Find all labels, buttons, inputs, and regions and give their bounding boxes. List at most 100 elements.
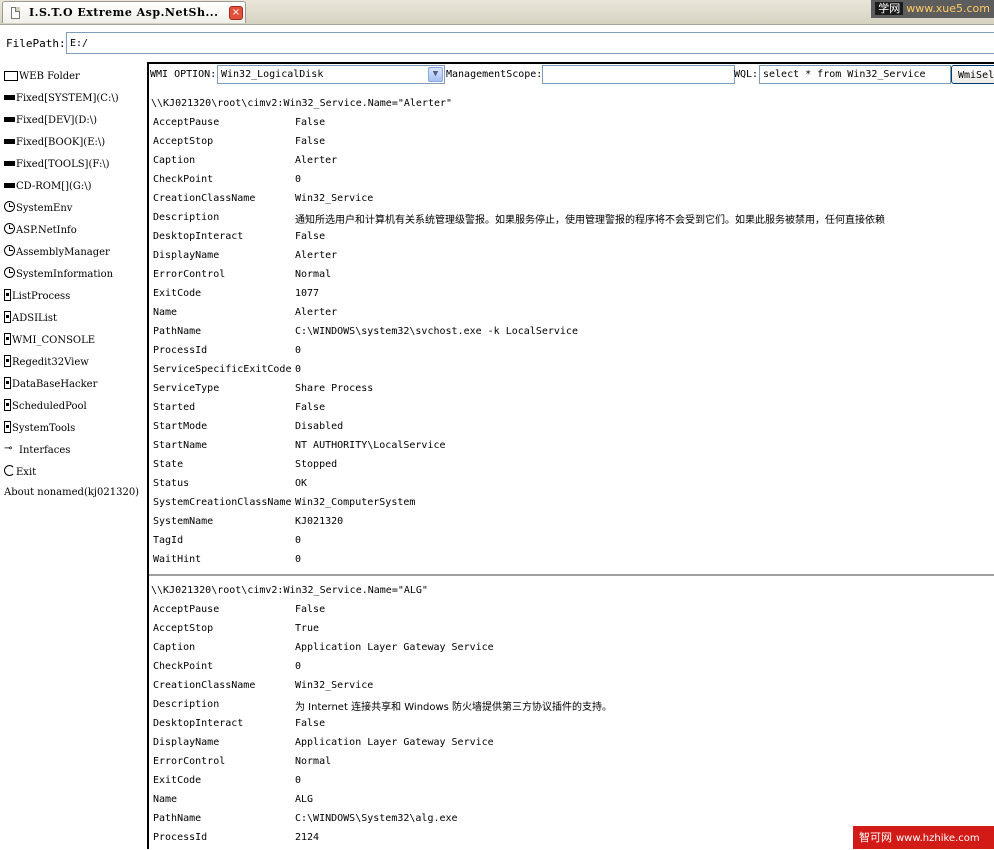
sidebar-item[interactable]: WMI_CONSOLE [4, 332, 95, 350]
close-tab-button[interactable]: × [229, 6, 243, 20]
property-name: DesktopInteract [153, 231, 244, 242]
property-name: CreationClassName [153, 193, 256, 204]
property-value: False [295, 231, 326, 242]
sidebar-item[interactable]: ScheduledPool [4, 398, 87, 416]
property-row: StartMode Disabled [149, 418, 994, 437]
property-name: Caption [153, 642, 196, 653]
property-row: DisplayName Application Layer Gateway Ser… [149, 734, 994, 753]
property-row: WaitHint 0 [149, 551, 994, 570]
tab-title: I.S.T.O Extreme Asp.NetSh... [29, 6, 219, 19]
property-value: Alerter [295, 307, 338, 318]
wmi-option-value: Win32_LogicalDisk [221, 69, 324, 80]
property-value: Application Layer Gateway Service [295, 737, 494, 748]
property-value: 0 [295, 661, 302, 672]
bottom-watermark-url: www.hzhike.com [896, 833, 980, 844]
property-value: False [295, 136, 326, 147]
page-icon [11, 7, 20, 19]
property-name: Status [153, 478, 190, 489]
tool-icon [4, 398, 11, 411]
property-row: AcceptStop False [149, 133, 994, 152]
property-row: Description 为 Internet 连接共享和 Windows 防火墙提… [149, 696, 994, 715]
drive-icon [4, 161, 15, 166]
exit-icon [4, 465, 15, 476]
wql-input[interactable] [759, 65, 951, 84]
sidebar-item[interactable]: ListProcess [4, 288, 70, 306]
filepath-label: FilePath: [6, 37, 66, 50]
drive-icon [4, 117, 15, 122]
browser-tab[interactable]: I.S.T.O Extreme Asp.NetSh... × [2, 1, 246, 23]
sidebar-item-label: AssemblyManager [16, 247, 110, 258]
property-row: SystemName KJ021320 [149, 513, 994, 532]
property-value: 0 [295, 174, 302, 185]
property-name: Name [153, 307, 178, 318]
property-name: DisplayName [153, 250, 220, 261]
property-row: CreationClassName Win32_Service [149, 190, 994, 209]
sidebar-item-label: ASP.NetInfo [16, 225, 77, 236]
sidebar-item[interactable]: About nonamed(kj021320) [4, 484, 139, 502]
wmi-select-button[interactable]: WmiSel [951, 65, 994, 84]
sidebar-item-label: CD-ROM[](G:\) [16, 181, 92, 192]
sidebar-item[interactable]: SystemInformation [4, 266, 113, 284]
property-value: 0 [295, 364, 302, 375]
wmi-option-label: WMI OPTION: [150, 69, 217, 80]
sidebar-item[interactable]: Regedit32View [4, 354, 89, 372]
property-name: SystemCreationClassName [153, 497, 292, 508]
property-name: SystemName [153, 516, 214, 527]
property-value: Application Layer Gateway Service [295, 642, 494, 653]
sidebar-item[interactable]: CD-ROM[](G:\) [4, 178, 92, 196]
sidebar-item-label: Fixed[DEV](D:\) [16, 115, 97, 126]
property-name: AcceptPause [153, 117, 220, 128]
clock-icon [4, 201, 15, 212]
property-value: 为 Internet 连接共享和 Windows 防火墙提供第三方协议插件的支持… [295, 702, 613, 713]
property-name: ServiceType [153, 383, 220, 394]
property-name: Started [153, 402, 196, 413]
property-name: WaitHint [153, 554, 202, 565]
sidebar-item[interactable]: Fixed[DEV](D:\) [4, 112, 97, 130]
wmi-toolbar: WMI OPTION: Win32_LogicalDisk ▼ Manageme… [149, 64, 994, 86]
sidebar-item[interactable]: ASP.NetInfo [4, 222, 77, 240]
sidebar-item[interactable]: WEB Folder [4, 68, 80, 86]
sidebar-item[interactable]: Fixed[BOOK](E:\) [4, 134, 105, 152]
management-scope-input[interactable] [542, 65, 735, 84]
property-name: DisplayName [153, 737, 220, 748]
property-name: StartName [153, 440, 208, 451]
property-row: SystemCreationClassName Win32_ComputerSys… [149, 494, 994, 513]
property-name: CheckPoint [153, 661, 214, 672]
filepath-input[interactable] [66, 32, 994, 54]
property-value: Alerter [295, 250, 338, 261]
sidebar-item[interactable]: Fixed[TOOLS](F:\) [4, 156, 110, 174]
sidebar-item[interactable]: AssemblyManager [4, 244, 110, 262]
property-value: 0 [295, 345, 302, 356]
tool-icon [4, 288, 11, 301]
property-row: AcceptStop True [149, 620, 994, 639]
sidebar-item[interactable]: Exit [4, 464, 36, 482]
property-row: Caption Application Layer Gateway Service [149, 639, 994, 658]
sidebar-item-label: WEB Folder [19, 71, 80, 82]
sidebar-item[interactable]: SystemEnv [4, 200, 72, 218]
property-row: TagId 0 [149, 532, 994, 551]
property-value: Share Process [295, 383, 374, 394]
property-name: ErrorControl [153, 756, 226, 767]
property-name: PathName [153, 813, 202, 824]
sidebar-item[interactable]: Fixed[SYSTEM](C:\) [4, 90, 119, 108]
wmi-option-select[interactable]: Win32_LogicalDisk ▼ [217, 65, 445, 84]
property-name: Description [153, 212, 220, 223]
main-panel: WMI OPTION: Win32_LogicalDisk ▼ Manageme… [147, 62, 994, 849]
property-row: ExitCode 0 [149, 772, 994, 791]
sidebar-item[interactable]: ADSIList [4, 310, 57, 328]
tab-strip: I.S.T.O Extreme Asp.NetSh... × 学网 www.xue… [0, 0, 994, 25]
chevron-down-icon[interactable]: ▼ [428, 67, 443, 82]
wql-label: WQL: [734, 69, 759, 80]
tool-icon [4, 420, 11, 433]
property-row: DesktopInteract False [149, 715, 994, 734]
sidebar-item[interactable]: ⊸ Interfaces [4, 442, 70, 460]
sidebar-item[interactable]: DataBaseHacker [4, 376, 97, 394]
property-row: Name Alerter [149, 304, 994, 323]
property-value: False [295, 402, 326, 413]
property-name: PathName [153, 326, 202, 337]
sidebar-item[interactable]: SystemTools [4, 420, 75, 438]
tool-icon [4, 310, 11, 323]
property-value: OK [295, 478, 308, 489]
drive-icon [4, 95, 15, 100]
property-name: DesktopInteract [153, 718, 244, 729]
